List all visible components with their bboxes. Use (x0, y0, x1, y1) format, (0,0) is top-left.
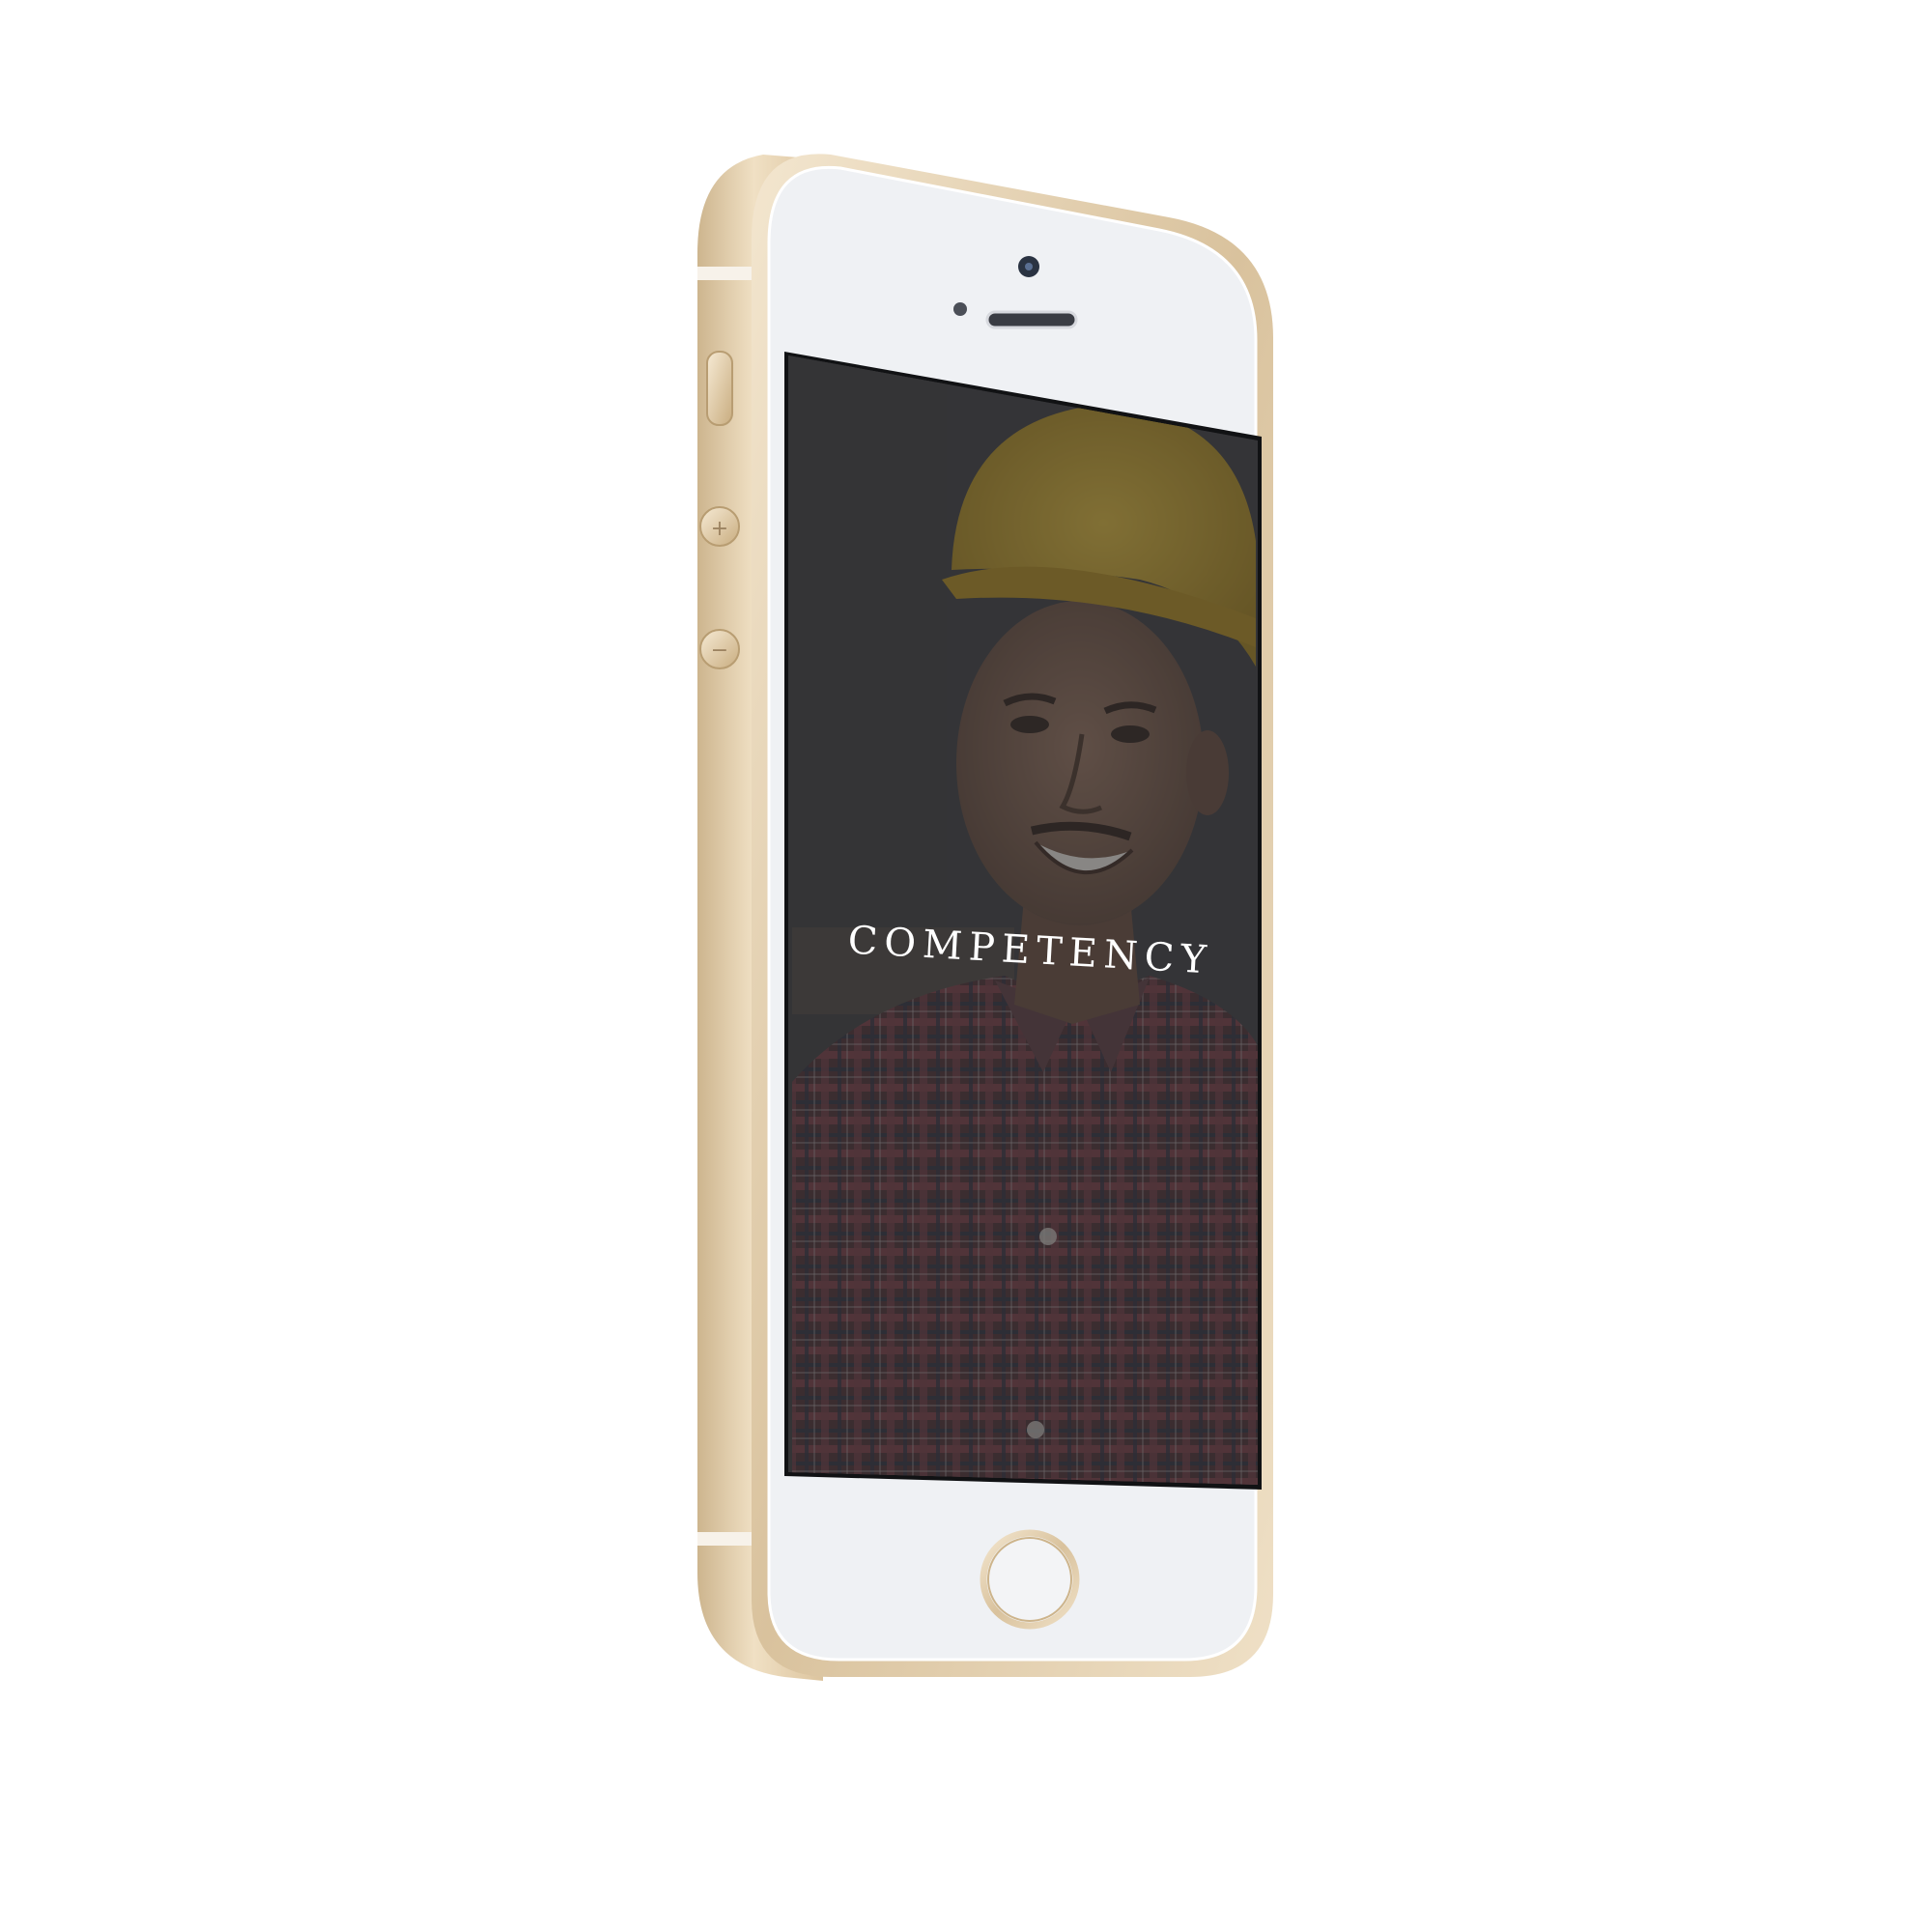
photo-overlay (788, 355, 1258, 1485)
iphone-mockup: + − COMPETENCY (697, 154, 1273, 1681)
splash-screen: COMPETENCY (788, 355, 1258, 1485)
proximity-sensor-icon (953, 302, 967, 316)
mockup-stage: + − COMPETENCY (0, 0, 1932, 1932)
camera-lens-glint (1025, 263, 1033, 270)
antenna-line-bottom (697, 1532, 755, 1546)
plus-icon: + (711, 517, 728, 541)
earpiece-speaker-icon (985, 310, 1078, 329)
antenna-line-top (697, 267, 755, 280)
mute-switch[interactable] (706, 351, 733, 426)
home-button[interactable] (980, 1529, 1080, 1630)
minus-icon: − (711, 639, 728, 663)
